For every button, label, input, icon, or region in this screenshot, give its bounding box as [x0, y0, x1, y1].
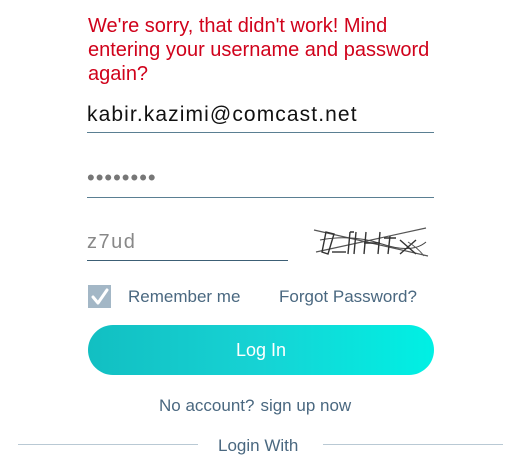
divider-right	[323, 444, 503, 445]
username-input[interactable]	[87, 100, 434, 130]
signup-link[interactable]: sign up now	[260, 396, 351, 415]
captcha-field-container	[87, 228, 288, 261]
login-button[interactable]: Log In	[88, 325, 434, 375]
forgot-password-link[interactable]: Forgot Password?	[279, 287, 417, 307]
error-message: We're sorry, that didn't work! Mind ente…	[88, 15, 430, 85]
captcha-image	[313, 227, 429, 257]
signup-line: No account? sign up now	[159, 396, 351, 416]
remember-me-label[interactable]: Remember me	[128, 287, 240, 307]
remember-me-checkbox[interactable]	[88, 285, 111, 308]
password-input[interactable]	[87, 162, 434, 194]
login-with-label: Login With	[218, 436, 299, 455]
no-account-text: No account?	[159, 396, 255, 415]
password-field-container	[87, 162, 434, 198]
divider-left	[18, 444, 198, 445]
captcha-input[interactable]	[87, 228, 288, 256]
username-field-container	[87, 100, 434, 133]
checkmark-icon	[91, 288, 108, 304]
